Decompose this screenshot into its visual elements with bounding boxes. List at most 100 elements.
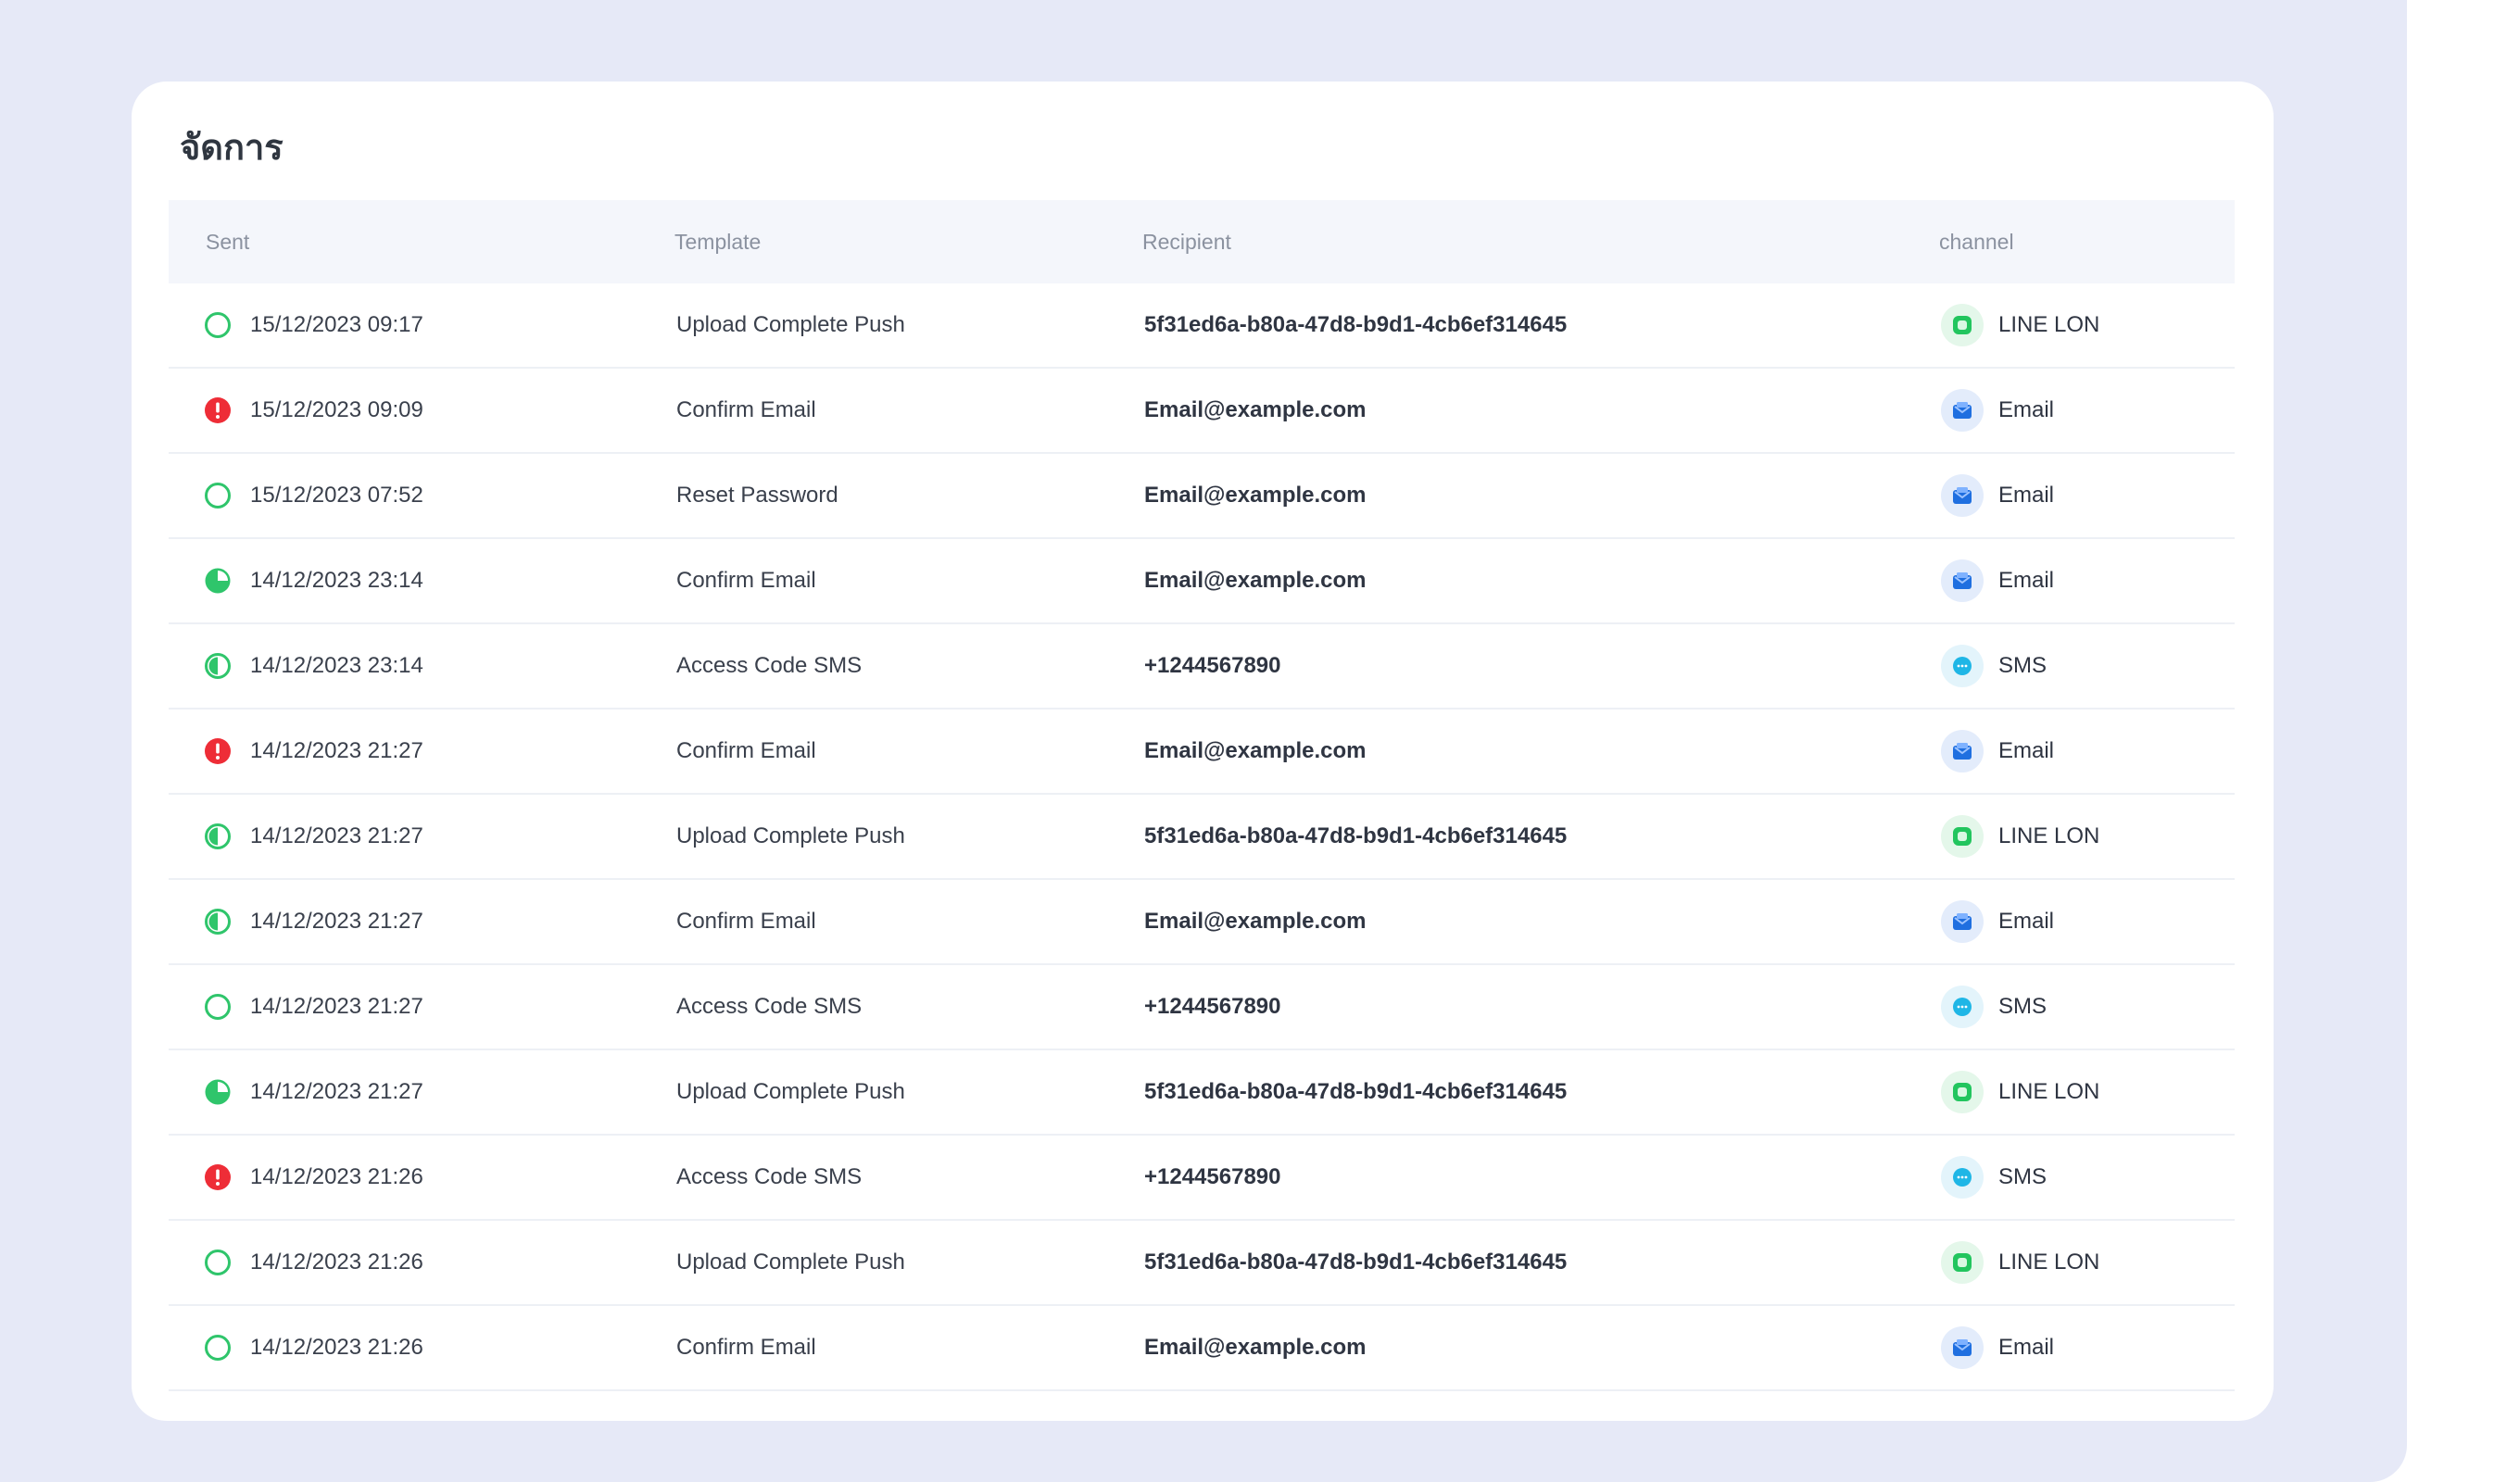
- template-name: Upload Complete Push: [676, 1250, 905, 1275]
- sent-time: 14/12/2023 21:27: [250, 994, 423, 1019]
- table-row[interactable]: 14/12/2023 21:27 Upload Complete Push 5f…: [169, 1050, 2235, 1136]
- table-row[interactable]: 14/12/2023 21:26 Upload Complete Push 5f…: [169, 1221, 2235, 1306]
- cell-recipient: Email@example.com: [1142, 738, 1939, 764]
- recipient-value: +1244567890: [1144, 1164, 1281, 1189]
- cell-sent: 15/12/2023 09:09: [169, 396, 674, 424]
- channel-name: SMS: [1998, 1164, 2048, 1189]
- cell-recipient: Email@example.com: [1142, 483, 1939, 509]
- recipient-value: 5f31ed6a-b80a-47d8-b9d1-4cb6ef314645: [1144, 823, 1568, 848]
- status-complete-outline-icon: [204, 482, 232, 509]
- email-icon: [1941, 1326, 1984, 1369]
- email-icon: [1941, 474, 1984, 517]
- cell-template: Confirm Email: [674, 568, 1142, 594]
- table-row[interactable]: 14/12/2023 21:27 Upload Complete Push 5f…: [169, 795, 2235, 880]
- sent-time: 14/12/2023 21:27: [250, 823, 423, 848]
- line-icon: [1941, 304, 1984, 346]
- template-name: Upload Complete Push: [676, 1079, 905, 1104]
- recipient-value: Email@example.com: [1144, 909, 1367, 934]
- column-header-sent[interactable]: Sent: [169, 230, 674, 255]
- status-error-icon: [204, 1163, 232, 1191]
- page-title: จัดการ: [180, 127, 284, 168]
- email-icon: [1941, 559, 1984, 602]
- table-header: Sent Template Recipient channel: [169, 200, 2235, 283]
- template-name: Confirm Email: [676, 738, 816, 763]
- cell-sent: 14/12/2023 23:14: [169, 567, 674, 595]
- template-name: Confirm Email: [676, 909, 816, 934]
- status-complete-outline-icon: [204, 993, 232, 1021]
- cell-recipient: Email@example.com: [1142, 909, 1939, 935]
- sent-time: 14/12/2023 21:26: [250, 1250, 423, 1275]
- channel-name: LINE LON: [1998, 312, 2100, 337]
- template-name: Upload Complete Push: [676, 823, 905, 848]
- line-icon: [1941, 1241, 1984, 1284]
- channel-name: LINE LON: [1998, 823, 2100, 848]
- sent-time: 15/12/2023 07:52: [250, 483, 423, 508]
- sent-time: 14/12/2023 21:26: [250, 1335, 423, 1360]
- channel-name: LINE LON: [1998, 1250, 2100, 1275]
- recipient-value: Email@example.com: [1144, 483, 1367, 508]
- table-row[interactable]: 14/12/2023 21:27 Confirm Email Email@exa…: [169, 710, 2235, 795]
- table-body: 15/12/2023 09:17 Upload Complete Push 5f…: [169, 283, 2235, 1391]
- status-three-quarter-icon: [204, 567, 232, 595]
- cell-sent: 15/12/2023 07:52: [169, 482, 674, 509]
- cell-sent: 14/12/2023 21:27: [169, 1078, 674, 1106]
- cell-sent: 14/12/2023 23:14: [169, 652, 674, 680]
- column-header-template[interactable]: Template: [674, 230, 1142, 255]
- cell-recipient: +1244567890: [1142, 1164, 1939, 1190]
- column-header-recipient[interactable]: Recipient: [1142, 230, 1939, 255]
- cell-channel: LINE LON: [1939, 815, 2235, 858]
- message-log-card: จัดการ Sent Template Recipient channel 1…: [132, 82, 2274, 1421]
- cell-channel: SMS: [1939, 1156, 2235, 1199]
- cell-template: Access Code SMS: [674, 653, 1142, 679]
- table-row[interactable]: 14/12/2023 21:26 Access Code SMS +124456…: [169, 1136, 2235, 1221]
- status-half-icon: [204, 823, 232, 850]
- channel-name: Email: [1998, 397, 2055, 422]
- cell-template: Upload Complete Push: [674, 823, 1142, 849]
- email-icon: [1941, 900, 1984, 943]
- status-error-icon: [204, 737, 232, 765]
- status-complete-outline-icon: [204, 311, 232, 339]
- cell-template: Upload Complete Push: [674, 312, 1142, 338]
- table-row[interactable]: 15/12/2023 09:17 Upload Complete Push 5f…: [169, 283, 2235, 369]
- channel-name: Email: [1998, 909, 2055, 934]
- table-row[interactable]: 14/12/2023 23:14 Confirm Email Email@exa…: [169, 539, 2235, 624]
- channel-name: Email: [1998, 1335, 2055, 1360]
- template-name: Access Code SMS: [676, 653, 863, 678]
- table-row[interactable]: 14/12/2023 23:14 Access Code SMS +124456…: [169, 624, 2235, 710]
- status-half-icon: [204, 652, 232, 680]
- cell-template: Confirm Email: [674, 397, 1142, 423]
- sent-time: 15/12/2023 09:17: [250, 312, 423, 337]
- table-row[interactable]: 14/12/2023 21:27 Access Code SMS +124456…: [169, 965, 2235, 1050]
- cell-sent: 15/12/2023 09:17: [169, 311, 674, 339]
- table-row[interactable]: 15/12/2023 09:09 Confirm Email Email@exa…: [169, 369, 2235, 454]
- cell-recipient: Email@example.com: [1142, 397, 1939, 423]
- sent-time: 14/12/2023 21:27: [250, 909, 423, 934]
- column-header-channel[interactable]: channel: [1939, 230, 2235, 255]
- cell-channel: LINE LON: [1939, 1071, 2235, 1113]
- cell-template: Access Code SMS: [674, 994, 1142, 1020]
- table-row[interactable]: 14/12/2023 21:26 Confirm Email Email@exa…: [169, 1306, 2235, 1391]
- cell-recipient: 5f31ed6a-b80a-47d8-b9d1-4cb6ef314645: [1142, 312, 1939, 338]
- sent-time: 14/12/2023 23:14: [250, 568, 423, 593]
- cell-channel: Email: [1939, 900, 2235, 943]
- channel-name: SMS: [1998, 994, 2048, 1019]
- sent-time: 15/12/2023 09:09: [250, 397, 423, 422]
- cell-channel: Email: [1939, 1326, 2235, 1369]
- recipient-value: Email@example.com: [1144, 1335, 1367, 1360]
- status-complete-outline-icon: [204, 1249, 232, 1276]
- table-row[interactable]: 15/12/2023 07:52 Reset Password Email@ex…: [169, 454, 2235, 539]
- channel-name: Email: [1998, 483, 2055, 508]
- cell-channel: Email: [1939, 389, 2235, 432]
- cell-channel: LINE LON: [1939, 1241, 2235, 1284]
- sent-time: 14/12/2023 21:27: [250, 738, 423, 763]
- template-name: Upload Complete Push: [676, 312, 905, 337]
- recipient-value: 5f31ed6a-b80a-47d8-b9d1-4cb6ef314645: [1144, 1250, 1568, 1275]
- template-name: Reset Password: [676, 483, 838, 508]
- cell-sent: 14/12/2023 21:27: [169, 823, 674, 850]
- cell-sent: 14/12/2023 21:27: [169, 737, 674, 765]
- status-half-icon: [204, 908, 232, 936]
- status-error-icon: [204, 396, 232, 424]
- channel-name: Email: [1998, 738, 2055, 763]
- table-row[interactable]: 14/12/2023 21:27 Confirm Email Email@exa…: [169, 880, 2235, 965]
- cell-recipient: Email@example.com: [1142, 568, 1939, 594]
